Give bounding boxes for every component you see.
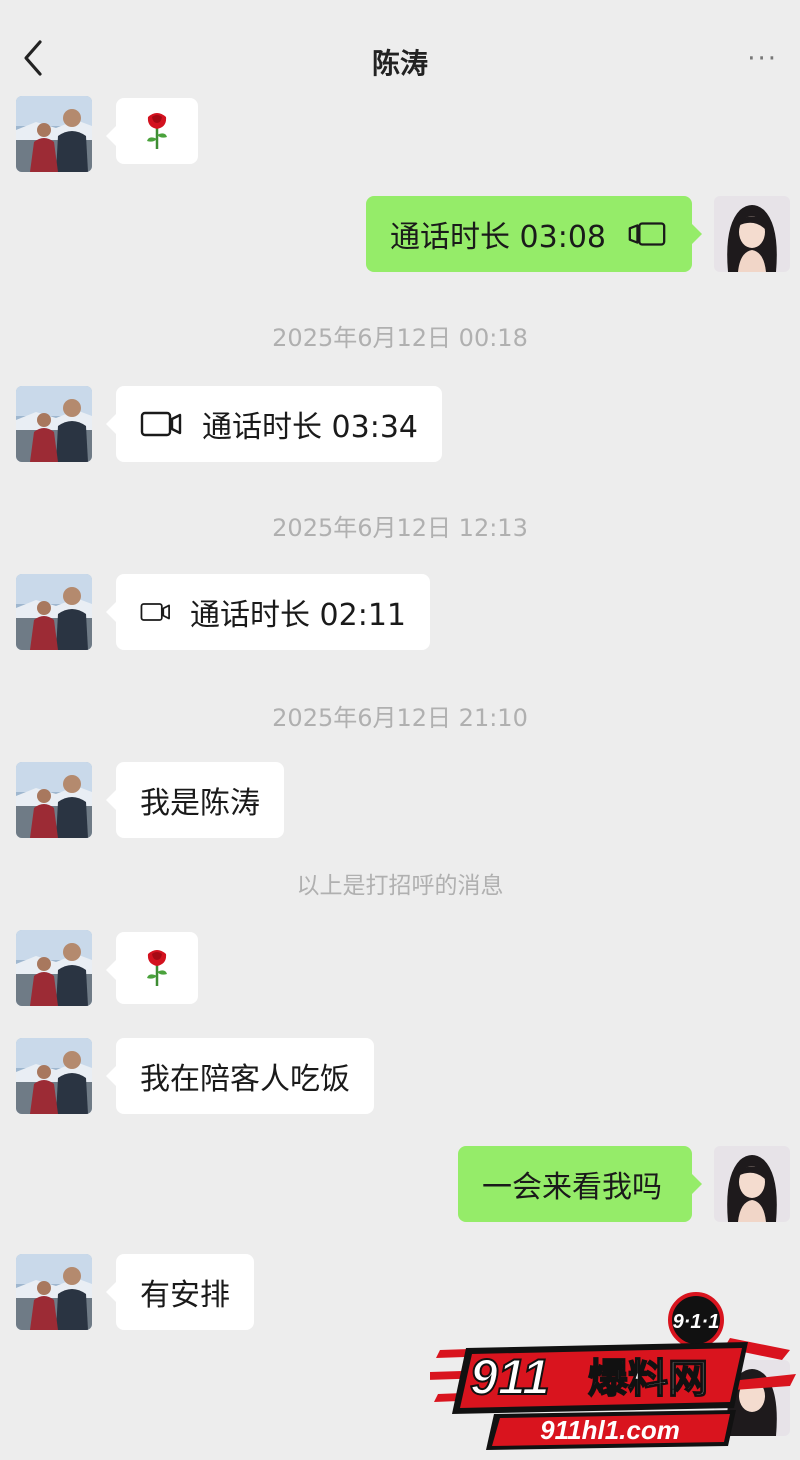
- video-call-icon: [140, 411, 182, 437]
- message-bubble-outgoing[interactable]: 通话时长 03:08: [366, 196, 702, 272]
- user-avatar[interactable]: [714, 1146, 790, 1222]
- contact-avatar[interactable]: [16, 386, 92, 462]
- badge-text: 9·1·1: [673, 1311, 720, 1333]
- message-bubble[interactable]: 我是陈涛: [106, 762, 284, 838]
- timestamp: 2025年6月12日 12:13: [272, 514, 528, 542]
- contact-avatar[interactable]: [16, 762, 92, 838]
- brand-text: 爆料网: [588, 1356, 708, 1402]
- contact-avatar[interactable]: [16, 1038, 92, 1114]
- message-text: 一会来看我吗: [482, 1170, 662, 1205]
- timestamp: 2025年6月12日 21:10: [272, 704, 528, 732]
- contact-avatar[interactable]: [16, 96, 92, 172]
- rose-icon: [147, 113, 167, 149]
- greeting-system-note: 以上是打招呼的消息: [296, 873, 504, 899]
- brand-number: 911: [470, 1349, 550, 1405]
- chat-title: 陈涛: [371, 47, 428, 80]
- message-bubble[interactable]: [106, 932, 198, 1004]
- watermark-logo: 9·1·1 911 爆料网 911hl1.com: [426, 1290, 800, 1460]
- message-bubble[interactable]: 我在陪客人吃饭: [106, 1038, 374, 1114]
- more-options-icon[interactable]: ···: [747, 44, 778, 74]
- video-call-icon: [140, 603, 170, 621]
- message-text: 我是陈涛: [140, 786, 260, 821]
- timestamp: 2025年6月12日 00:18: [272, 324, 528, 352]
- watermark-url: 911hl1.com: [540, 1415, 680, 1445]
- contact-avatar[interactable]: [16, 574, 92, 650]
- chat-header: 陈涛 ···: [0, 0, 800, 100]
- call-duration-text: 通话时长 03:08: [390, 220, 606, 255]
- message-text: 我在陪客人吃饭: [140, 1062, 350, 1097]
- message-bubble[interactable]: 通话时长 02:11: [106, 574, 430, 650]
- message-bubble[interactable]: 有安排: [106, 1254, 254, 1330]
- message-bubble[interactable]: 通话时长 03:34: [106, 386, 442, 462]
- message-bubble[interactable]: [106, 98, 198, 164]
- call-duration-text: 通话时长 03:34: [202, 410, 418, 445]
- contact-avatar[interactable]: [16, 1254, 92, 1330]
- rose-icon: [147, 950, 167, 986]
- contact-avatar[interactable]: [16, 930, 92, 1006]
- message-text: 有安排: [140, 1278, 230, 1313]
- video-call-icon: [628, 222, 666, 246]
- user-avatar[interactable]: [714, 196, 790, 272]
- call-duration-text: 通话时长 02:11: [190, 598, 406, 633]
- message-bubble-outgoing[interactable]: 一会来看我吗: [458, 1146, 702, 1222]
